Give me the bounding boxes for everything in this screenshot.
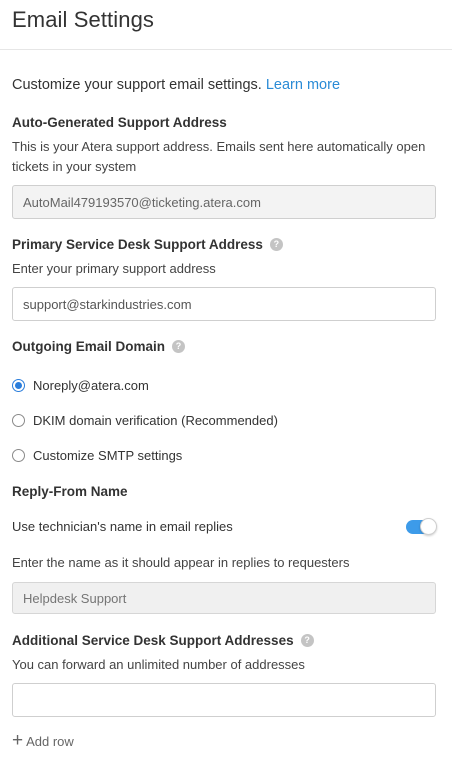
plus-icon: + bbox=[12, 730, 24, 751]
intro-text: Customize your support email settings. bbox=[12, 77, 262, 93]
radio-option-noreply[interactable]: Noreply@atera.com bbox=[12, 378, 149, 393]
auto-address-title-text: Auto-Generated Support Address bbox=[12, 115, 227, 130]
auto-address-title: Auto-Generated Support Address bbox=[12, 115, 227, 130]
auto-address-field[interactable] bbox=[12, 185, 436, 219]
radio-option-smtp[interactable]: Customize SMTP settings bbox=[12, 448, 182, 463]
radio-button[interactable] bbox=[12, 379, 25, 392]
primary-address-title: Primary Service Desk Support Address ? bbox=[12, 237, 283, 252]
page-header: Email Settings bbox=[0, 0, 452, 50]
radio-button[interactable] bbox=[12, 414, 25, 427]
additional-address-field[interactable] bbox=[12, 683, 436, 717]
help-icon[interactable]: ? bbox=[269, 238, 283, 251]
additional-addresses-title: Additional Service Desk Support Addresse… bbox=[12, 633, 314, 648]
technician-name-toggle[interactable] bbox=[406, 517, 437, 535]
radio-label: DKIM domain verification (Recommended) bbox=[33, 413, 278, 428]
toggle-knob bbox=[420, 517, 437, 535]
radio-label: Noreply@atera.com bbox=[33, 378, 149, 393]
technician-name-toggle-row: Use technician's name in email replies bbox=[12, 517, 437, 535]
auto-address-description: This is your Atera support address. Emai… bbox=[12, 139, 426, 174]
page-title: Email Settings bbox=[12, 7, 155, 32]
help-icon[interactable]: ? bbox=[172, 340, 186, 353]
reply-from-title: Reply-From Name bbox=[12, 484, 128, 499]
radio-option-dkim[interactable]: DKIM domain verification (Recommended) bbox=[12, 413, 278, 428]
reply-name-description: Enter the name as it should appear in re… bbox=[12, 555, 350, 570]
primary-address-title-text: Primary Service Desk Support Address bbox=[12, 237, 263, 252]
outgoing-domain-title: Outgoing Email Domain ? bbox=[12, 339, 186, 354]
learn-more-link[interactable]: Learn more bbox=[266, 77, 340, 93]
reply-from-title-text: Reply-From Name bbox=[12, 484, 128, 499]
primary-address-field[interactable] bbox=[12, 287, 436, 321]
radio-button[interactable] bbox=[12, 449, 25, 462]
additional-addresses-title-text: Additional Service Desk Support Addresse… bbox=[12, 633, 294, 648]
add-row-button[interactable]: + Add row bbox=[12, 730, 74, 751]
primary-address-description: Enter your primary support address bbox=[12, 261, 216, 276]
help-icon[interactable]: ? bbox=[300, 634, 314, 647]
radio-label: Customize SMTP settings bbox=[33, 448, 183, 463]
outgoing-domain-title-text: Outgoing Email Domain bbox=[12, 339, 166, 354]
additional-addresses-description: You can forward an unlimited number of a… bbox=[12, 657, 305, 672]
reply-name-field[interactable] bbox=[12, 582, 436, 614]
toggle-label: Use technician's name in email replies bbox=[12, 519, 233, 534]
intro-line: Customize your support email settings. L… bbox=[12, 77, 340, 93]
add-row-label: Add row bbox=[26, 733, 74, 749]
